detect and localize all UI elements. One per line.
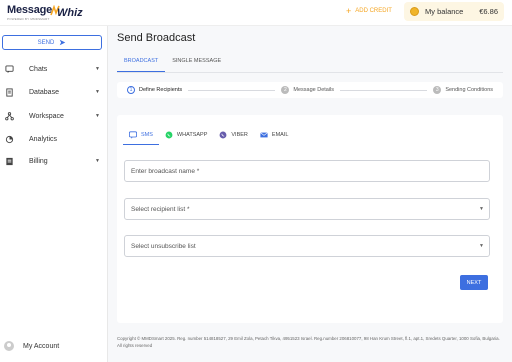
chevron-down-icon: ▼ [479,206,484,212]
step-label: Message Details [293,87,335,93]
step-number: 3 [433,86,442,94]
sidebar-item-workspace[interactable]: Workspace ▼ [5,110,100,122]
sms-icon [129,130,137,139]
messagewhiz-logo[interactable]: Message Whiz POWERED BY MMDSMART [7,4,87,22]
send-button[interactable]: SEND [2,35,102,50]
recipient-list-select[interactable]: Select recipient list * ▼ [124,198,490,220]
sidebar-item-label: Database [29,88,59,96]
tab-whatsapp[interactable]: WHATSAPP [159,125,213,145]
send-arrow-icon [60,39,66,46]
sidebar-item-label: Billing [29,157,48,165]
tab-sms[interactable]: SMS [123,125,159,145]
tab-bar: BROADCAST SINGLE MESSAGE [117,54,228,72]
add-credit-button[interactable]: + ADD CREDIT [346,6,392,16]
tab-email[interactable]: EMAIL [254,125,295,145]
tab-divider [117,72,503,73]
sidebar-item-database[interactable]: Database ▼ [5,86,100,98]
step-label: Sending Conditions [445,87,494,93]
email-icon [260,131,268,139]
sidebar-item-analytics[interactable]: Analytics [5,133,100,145]
main-content: Send Broadcast BROADCAST SINGLE MESSAGE … [108,26,512,362]
unsubscribe-list-select[interactable]: Select unsubscribe list ▼ [124,235,490,257]
sidebar-item-label: Workspace [29,112,64,120]
channel-label: WHATSAPP [176,132,208,138]
balance-value: €6.86 [479,7,498,16]
workspace-icon [5,111,14,121]
chevron-down-icon: ▼ [95,113,100,119]
chat-icon [5,64,14,74]
step-connector [340,89,428,91]
chevron-down-icon: ▼ [95,66,100,72]
tab-single-message[interactable]: SINGLE MESSAGE [165,54,228,72]
chevron-down-icon: ▼ [95,158,100,164]
balance-badge[interactable]: My balance €6.86 [404,2,504,21]
step-message-details[interactable]: 2 Message Details [281,86,334,94]
database-icon [5,87,14,97]
broadcast-name-input[interactable]: Enter broadcast name * [124,160,490,182]
channel-label: SMS [141,131,153,138]
next-button[interactable]: NEXT [460,275,488,290]
billing-icon [5,157,14,166]
add-credit-label: ADD CREDIT [355,8,392,14]
unsubscribe-list-placeholder: Select unsubscribe list [131,242,196,250]
step-number: 1 [127,86,135,94]
top-bar: Message Whiz POWERED BY MMDSMART + ADD C… [0,0,512,26]
coin-icon [410,7,419,16]
step-sending-conditions[interactable]: 3 Sending Conditions [433,86,493,94]
broadcast-name-placeholder: Enter broadcast name * [131,167,200,175]
sidebar-item-label: Analytics [29,135,58,143]
tab-broadcast[interactable]: BROADCAST [117,54,166,72]
broadcast-form-card: SMS WHATSAPP VIBER EMAIL Enter broadcast… [117,115,503,323]
recipient-list-placeholder: Select recipient list * [131,205,190,213]
balance-label: My balance [425,7,464,16]
channel-tabs: SMS WHATSAPP VIBER EMAIL [123,125,294,145]
channel-label: VIBER [231,132,248,138]
stepper: 1 Define Recipients 2 Message Details 3 … [117,82,503,98]
plus-icon: + [346,6,352,16]
sidebar-item-billing[interactable]: Billing ▼ [5,155,100,167]
analytics-icon [5,135,14,144]
sidebar-item-label: Chats [29,65,48,73]
account-label: My Account [23,342,60,350]
avatar-icon [4,341,14,351]
footer-copyright: Copyright © MMDSmart 2025. Reg. number 5… [117,336,500,348]
page-title: Send Broadcast [117,32,196,44]
channel-label: EMAIL [271,132,289,138]
my-account-button[interactable]: My Account [4,341,59,351]
chevron-down-icon: ▼ [479,243,484,249]
step-define-recipients[interactable]: 1 Define Recipients [127,86,182,94]
logo-word: Message [7,4,53,16]
sidebar: SEND Chats ▼ Database ▼ Workspace ▼ Anal… [0,26,108,362]
step-label: Define Recipients [139,87,183,93]
tab-viber[interactable]: VIBER [213,125,254,145]
step-connector [188,89,276,91]
chevron-down-icon: ▼ [95,89,100,95]
send-label: SEND [37,39,55,46]
logo-word-2: Whiz [57,7,83,19]
logo-tagline: POWERED BY MMDSMART [7,17,50,21]
viber-icon [219,131,227,139]
whatsapp-icon [165,131,173,139]
step-number: 2 [281,86,290,94]
sidebar-item-chats[interactable]: Chats ▼ [5,63,100,75]
